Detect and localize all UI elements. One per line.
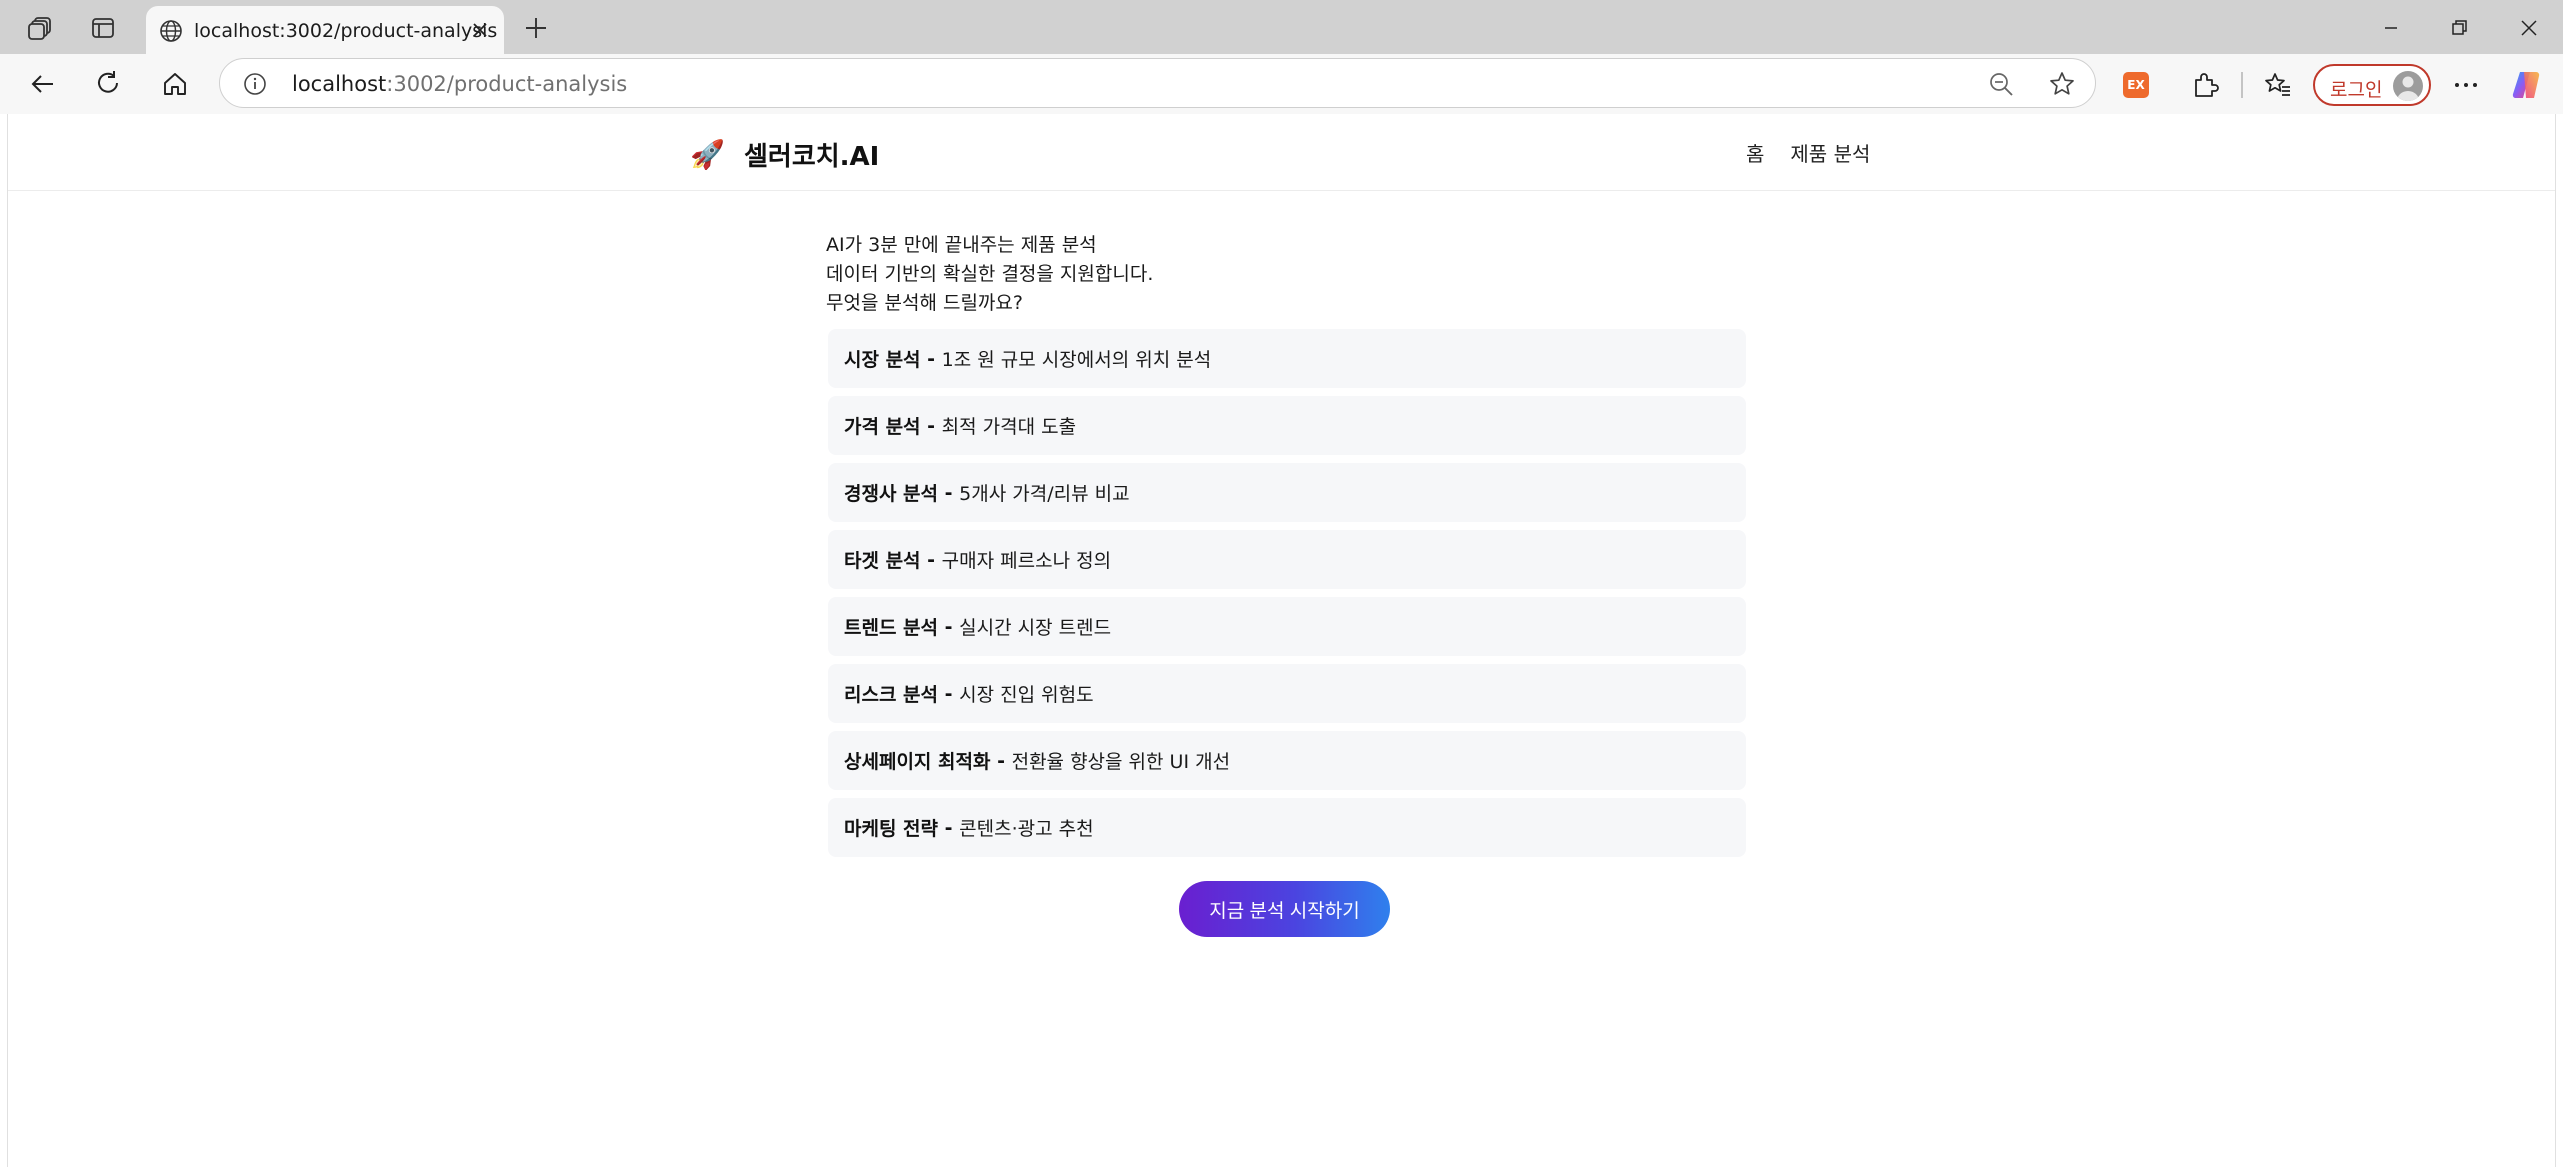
refresh-icon[interactable] [90, 65, 128, 103]
url-text: localhost:3002/product-analysis [292, 72, 628, 96]
more-menu-icon[interactable] [2448, 69, 2484, 101]
site-info-icon[interactable] [242, 71, 268, 97]
feature-card-target: 타겟 분석 - 구매자 페르소나 정의 [828, 530, 1746, 589]
active-tab[interactable]: localhost:3002/product-analysis [146, 6, 504, 54]
back-arrow-icon[interactable] [24, 65, 62, 103]
feature-card-market: 시장 분석 - 1조 원 규모 시장에서의 위치 분석 [828, 329, 1746, 388]
feature-card-price: 가격 분석 - 최적 가격대 도출 [828, 396, 1746, 455]
extensions-puzzle-icon[interactable] [2188, 69, 2220, 101]
nav-home-link[interactable]: 홈 [1746, 138, 1764, 167]
start-analysis-button[interactable]: 지금 분석 시작하기 [1179, 881, 1390, 937]
intro-line-1: AI가 3분 만에 끝내주는 제품 분석 [826, 234, 1097, 256]
workspaces-icon[interactable] [22, 9, 60, 47]
site-header: 🚀 셀러코치.AI 홈 제품 분석 [8, 114, 2555, 191]
feature-card-detail-page: 상세페이지 최적화 - 전환율 향상을 위한 UI 개선 [828, 731, 1746, 790]
minimize-icon[interactable] [2366, 10, 2416, 46]
home-icon[interactable] [156, 65, 194, 103]
globe-icon [160, 20, 182, 42]
address-bar[interactable]: localhost:3002/product-analysis [219, 58, 2096, 108]
copilot-icon[interactable] [2510, 68, 2544, 102]
feature-card-risk: 리스크 분석 - 시장 진입 위험도 [828, 664, 1746, 723]
feature-card-competitor: 경쟁사 분석 - 5개사 가격/리뷰 비교 [828, 463, 1746, 522]
intro-line-2: 데이터 기반의 확실한 결정을 지원합니다. [826, 263, 1154, 285]
login-label: 로그인 [2330, 79, 2383, 101]
feature-list: 시장 분석 - 1조 원 규모 시장에서의 위치 분석 가격 분석 - 최적 가… [828, 329, 1746, 865]
feature-card-marketing: 마케팅 전략 - 콘텐츠·광고 추천 [828, 798, 1746, 857]
page-content: 🚀 셀러코치.AI 홈 제품 분석 AI가 3분 만에 끝내주는 제품 분석 데… [7, 114, 2556, 1167]
close-window-icon[interactable] [2504, 10, 2554, 46]
brand-logo[interactable]: 🚀 셀러코치.AI [690, 134, 879, 174]
restore-icon[interactable] [2434, 10, 2484, 46]
toolbar-divider [2241, 72, 2243, 98]
intro-text: AI가 3분 만에 끝내주는 제품 분석 데이터 기반의 확실한 결정을 지원합… [826, 231, 1153, 318]
zoom-out-icon[interactable] [1987, 70, 2015, 98]
new-tab-icon[interactable] [518, 10, 554, 46]
brand-name: 셀러코치.AI [744, 141, 880, 172]
tab-title: localhost:3002/product-analysis [194, 20, 498, 42]
favorite-star-icon[interactable] [2047, 69, 2077, 99]
avatar [2393, 71, 2423, 101]
feature-card-trend: 트렌드 분석 - 실시간 시장 트렌드 [828, 597, 1746, 656]
vertical-tabs-icon[interactable] [84, 9, 122, 47]
profile-login-button[interactable]: 로그인 [2313, 64, 2431, 106]
rocket-icon: 🚀 [690, 137, 725, 171]
favorites-icon[interactable] [2262, 69, 2294, 101]
browser-toolbar: localhost:3002/product-analysis EX 로그인 [0, 54, 2563, 114]
main-nav: 홈 제품 분석 [1746, 138, 1870, 167]
close-tab-icon[interactable] [468, 18, 492, 42]
extension-ex-icon[interactable]: EX [2123, 72, 2149, 98]
browser-tab-strip: localhost:3002/product-analysis [0, 0, 2563, 54]
nav-product-analysis-link[interactable]: 제품 분석 [1790, 138, 1870, 167]
intro-line-3: 무엇을 분석해 드릴까요? [826, 292, 1023, 314]
